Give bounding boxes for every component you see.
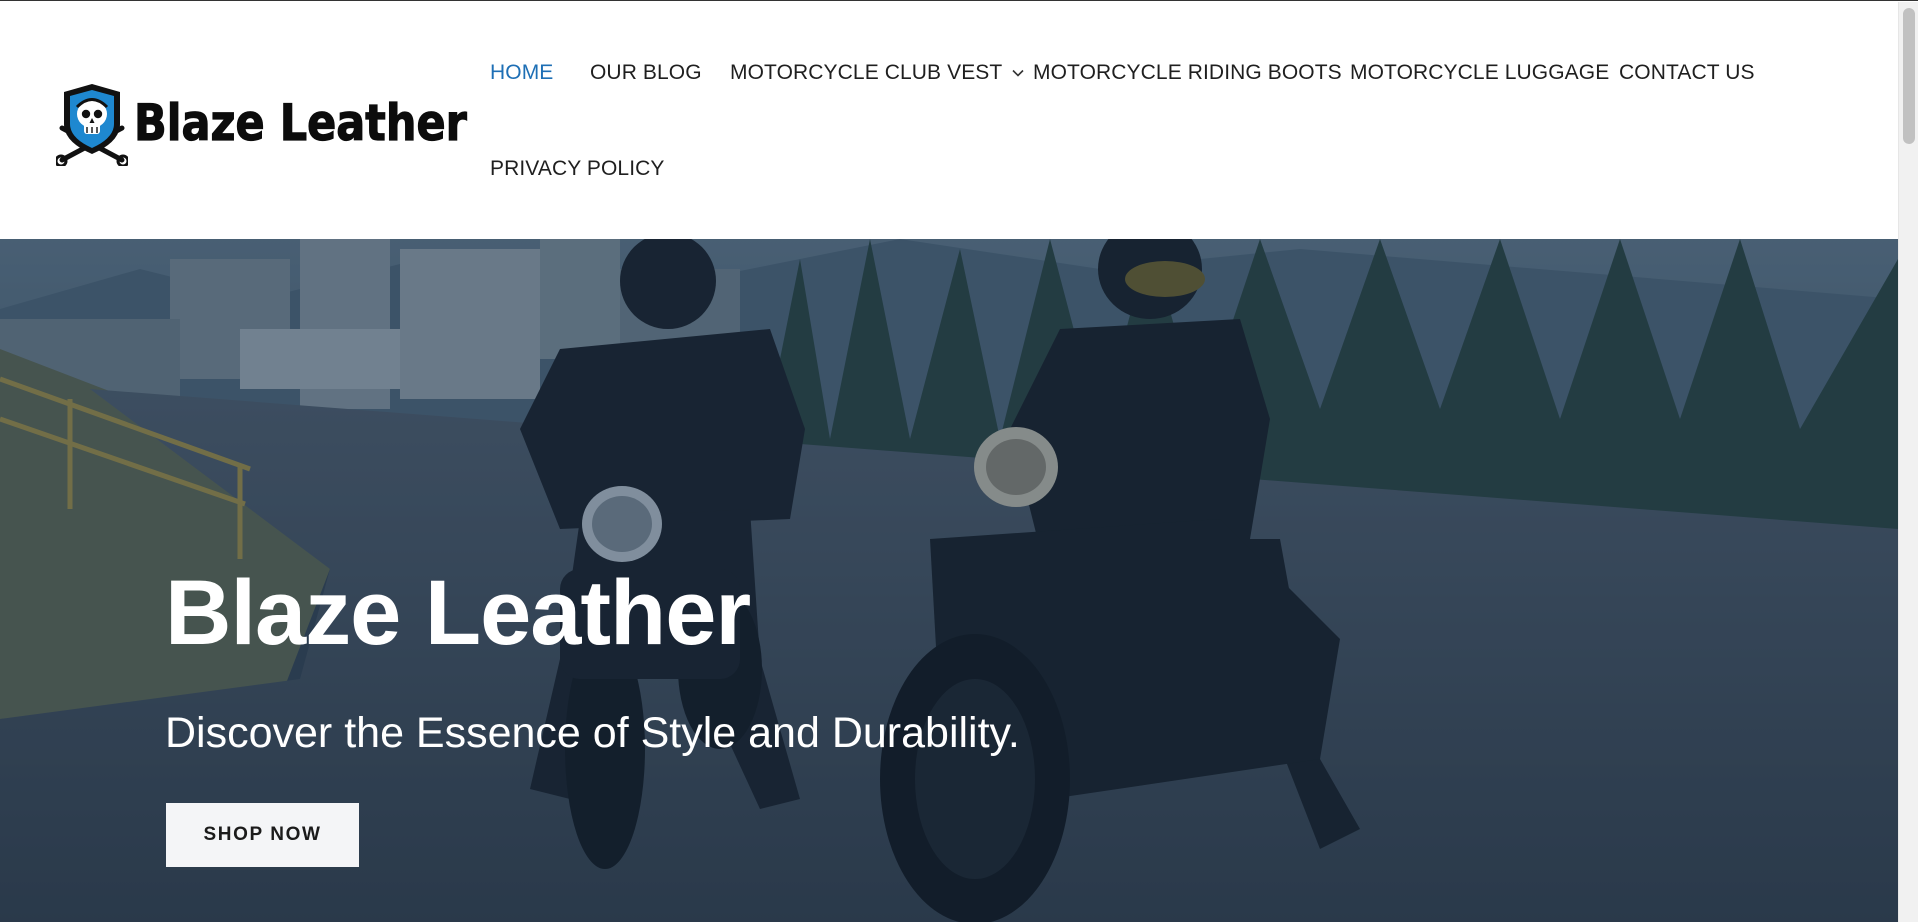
logo-wordmark: Blaze Leather bbox=[133, 93, 467, 152]
main-navigation: HOME OUR BLOG MOTORCYCLE CLUB VEST MOTOR… bbox=[470, 2, 1890, 239]
nav-item-motorcycle-club-vest[interactable]: MOTORCYCLE CLUB VEST bbox=[730, 61, 1024, 85]
nav-item-home[interactable]: HOME bbox=[490, 61, 553, 85]
site-logo[interactable]: Blaze Leather bbox=[56, 80, 467, 166]
hero-banner: Blaze Leather Discover the Essence of St… bbox=[0, 239, 1898, 922]
site-header: Blaze Leather HOME OUR BLOG MOTORCYCLE C… bbox=[0, 2, 1898, 239]
hero-title: Blaze Leather bbox=[165, 562, 751, 664]
scrollbar-thumb[interactable] bbox=[1903, 8, 1915, 144]
nav-item-contact-us[interactable]: CONTACT US bbox=[1619, 61, 1755, 85]
skull-shield-wrenches-icon bbox=[56, 84, 128, 166]
shop-now-button[interactable]: SHOP NOW bbox=[166, 803, 359, 867]
chevron-down-icon bbox=[1012, 70, 1024, 78]
page: Blaze Leather HOME OUR BLOG MOTORCYCLE C… bbox=[0, 0, 1918, 922]
nav-item-label: MOTORCYCLE CLUB VEST bbox=[730, 61, 1003, 84]
page-scrollbar[interactable] bbox=[1898, 2, 1918, 922]
nav-item-privacy-policy[interactable]: PRIVACY POLICY bbox=[490, 157, 665, 181]
nav-item-motorcycle-riding-boots[interactable]: MOTORCYCLE RIDING BOOTS bbox=[1033, 61, 1342, 85]
nav-item-our-blog[interactable]: OUR BLOG bbox=[590, 61, 702, 85]
hero-subtitle: Discover the Essence of Style and Durabi… bbox=[165, 709, 1020, 757]
nav-item-motorcycle-luggage[interactable]: MOTORCYCLE LUGGAGE bbox=[1350, 61, 1609, 85]
